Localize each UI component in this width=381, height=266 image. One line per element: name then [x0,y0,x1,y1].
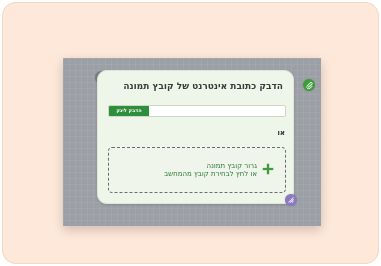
image-url-input[interactable] [149,106,285,116]
drop-zone-line-2: או לחץ לבחירת קובץ מהמחשב [164,170,257,179]
preview-frame: הדבק כתובת אינטרנט של קובץ תמונה הדבק לי… [2,2,379,264]
drop-zone-text: גרור קובץ תמונה או לחץ לבחירת קובץ מהמחש… [137,162,257,179]
resize-icon [288,197,294,203]
dialog-title: הדבק כתובת אינטרנט של קובץ תמונה [123,82,283,92]
editor-canvas: הדבק כתובת אינטרנט של קובץ תמונה הדבק לי… [63,58,321,226]
resize-handle[interactable] [285,194,297,206]
paperclip-icon [305,81,313,89]
image-upload-dialog: הדבק כתובת אינטרנט של קובץ תמונה הדבק לי… [97,70,294,204]
or-label: או [277,129,286,137]
image-url-row: הדבק לינק [108,105,286,117]
plus-icon [262,163,274,175]
image-drop-zone[interactable]: גרור קובץ תמונה או לחץ לבחירת קובץ מהמחש… [108,147,286,193]
paste-link-button[interactable]: הדבק לינק [109,106,149,116]
drop-zone-line-1: גרור קובץ תמונה [206,162,257,170]
attach-button[interactable] [303,79,315,91]
